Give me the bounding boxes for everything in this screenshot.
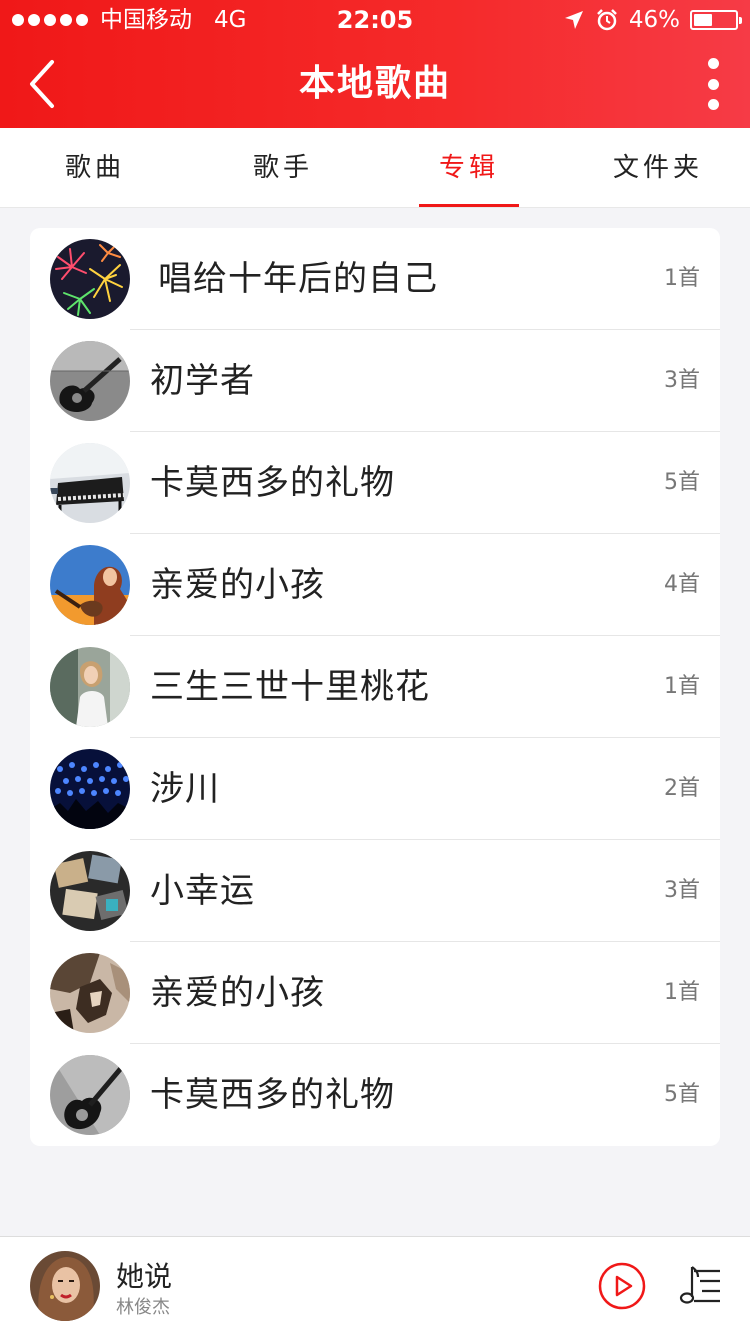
battery-percent: 46% [628,7,680,33]
mini-player[interactable]: 她说 林俊杰 [0,1236,750,1334]
tab-singers[interactable]: 歌手 [233,128,333,208]
album-cover-guitar [50,341,130,421]
list-item[interactable]: 初学者 3首 [30,330,720,432]
album-count: 4首 [664,572,700,597]
tab-albums[interactable]: 专辑 [419,128,519,208]
more-vertical-icon[interactable] [698,58,728,110]
album-cover-guitar-dark [50,1055,130,1135]
list-item[interactable]: 卡莫西多的礼物 5首 [30,1044,720,1146]
album-name: 初学者 [150,361,255,401]
page-title: 本地歌曲 [298,63,451,104]
album-cover-piano [50,443,130,523]
album-name: 小幸运 [150,871,255,911]
battery-fill [694,14,713,26]
list-item[interactable]: 亲爱的小孩 4首 [30,534,720,636]
album-cover-girl-with-guitar [50,545,130,625]
album-cover-photos [50,851,130,931]
album-count: 5首 [664,1082,700,1107]
album-cover-woman-portrait [50,647,130,727]
location-arrow-icon [564,11,583,29]
nav-bar: 本地歌曲 [0,40,750,128]
playlist-icon[interactable] [678,1263,722,1309]
tab-songs[interactable]: 歌曲 [45,128,145,208]
active-tab-indicator [419,204,519,207]
list-item[interactable]: 三生三世十里桃花 1首 [30,636,720,738]
album-name: 卡莫西多的礼物 [150,463,395,503]
album-cover-concert-lights [50,749,130,829]
list-item[interactable]: 亲爱的小孩 1首 [30,942,720,1044]
battery-icon [690,10,742,30]
album-list: 唱给十年后的自己 1首 初学者 3首 卡莫西多的礼物 5首 亲爱的小孩 4首 三… [30,228,720,1146]
album-count: 1首 [664,266,700,291]
album-name: 卡莫西多的礼物 [150,1075,395,1115]
album-count: 3首 [664,878,700,903]
now-playing-title: 她说 [116,1260,173,1293]
album-name: 亲爱的小孩 [150,973,325,1013]
list-item[interactable]: 涉川 2首 [30,738,720,840]
album-cover-fireworks [50,239,130,319]
album-cover-abstract-face [50,953,130,1033]
status-bar: 中国移动 4G 22:05 46% [0,0,750,40]
list-item[interactable]: 唱给十年后的自己 1首 [30,228,720,330]
album-count: 2首 [664,776,700,801]
album-count: 1首 [664,980,700,1005]
list-item[interactable]: 卡莫西多的礼物 5首 [30,432,720,534]
tab-bar: 歌曲 歌手 专辑 文件夹 [0,128,750,208]
album-name: 唱给十年后的自己 [158,259,438,299]
album-name: 亲爱的小孩 [150,565,325,605]
album-count: 3首 [664,368,700,393]
header: 中国移动 4G 22:05 46% 本地歌曲 [0,0,750,128]
status-right: 46% [563,0,742,40]
album-name: 三生三世十里桃花 [150,667,430,707]
alarm-clock-icon [596,9,617,31]
album-count: 1首 [664,674,700,699]
now-playing-artist: 林俊杰 [116,1297,170,1318]
play-circle-icon[interactable] [598,1262,646,1310]
tab-folders[interactable]: 文件夹 [598,128,718,208]
now-playing-cover [30,1251,100,1321]
album-name: 涉川 [150,769,220,809]
album-count: 5首 [664,470,700,495]
list-item[interactable]: 小幸运 3首 [30,840,720,942]
